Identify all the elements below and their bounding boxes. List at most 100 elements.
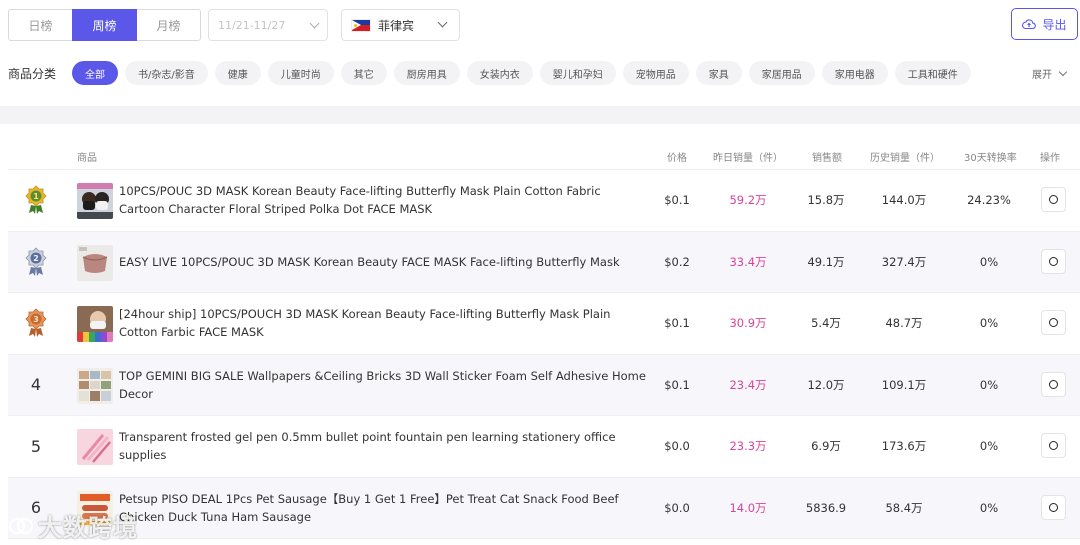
top-toolbar: 日榜 周榜 月榜 11/21-11/27 菲律宾 导出 — [8, 8, 1078, 42]
chevron-down-icon — [309, 18, 320, 29]
product-thumbnail[interactable] — [77, 244, 113, 281]
watermark: 大数跨境 — [8, 508, 138, 543]
yesterday-sales-cell: 23.3万 — [729, 439, 767, 454]
action-button[interactable] — [1041, 310, 1066, 335]
table-row[interactable]: 6 Petsup PISO DEAL 1Pcs Pet Sausage【Buy … — [8, 477, 1080, 539]
revenue-cell: 6.9万 — [811, 439, 841, 454]
expand-toggle[interactable]: 展开 — [1032, 66, 1068, 81]
yesterday-sales-cell: 59.2万 — [729, 193, 767, 208]
revenue-cell: 49.1万 — [807, 254, 845, 269]
conversion-cell: 24.23% — [967, 193, 1011, 208]
philippines-flag-icon — [351, 18, 371, 32]
price-cell: $0.2 — [664, 254, 690, 269]
yesterday-sales-cell: 23.4万 — [729, 377, 767, 392]
category-chip[interactable]: 工具和硬件 — [894, 61, 971, 85]
chevron-down-icon — [1058, 67, 1068, 77]
product-title[interactable]: [24hour ship] 10PCS/POUCH 3D MASK Korean… — [119, 293, 649, 354]
product-title[interactable]: TOP GEMINI BIG SALE Wallpapers &Ceiling … — [119, 355, 649, 416]
history-sales-cell: 58.4万 — [885, 500, 923, 515]
table-row[interactable]: 3 [24hour ship] 10PCS/POUCH 3D MASK Kore… — [8, 293, 1080, 355]
action-button[interactable] — [1041, 248, 1066, 274]
tab-weekly[interactable]: 周榜 — [72, 9, 137, 41]
product-thumbnail[interactable] — [77, 367, 113, 404]
category-chip[interactable]: 家用电器 — [821, 61, 888, 85]
category-chip[interactable]: 家居用品 — [748, 61, 815, 85]
table-row[interactable]: 1 10PCS/POUC 3D MASK Korean Beauty Face-… — [8, 170, 1080, 232]
product-title[interactable]: EASY LIVE 10PCS/POUC 3D MASK Korean Beau… — [119, 232, 649, 293]
export-label: 导出 — [1042, 17, 1067, 32]
category-chip[interactable]: 儿童时尚 — [267, 61, 334, 85]
conversion-cell: 0% — [979, 439, 999, 454]
table-row[interactable]: 5 Transparent frosted gel pen 0.5mm bull… — [8, 416, 1080, 478]
cloud-upload-icon — [1022, 19, 1037, 30]
category-chip[interactable]: 家具 — [695, 61, 742, 85]
category-chip[interactable]: 书/杂志/影音 — [125, 61, 208, 85]
action-button[interactable] — [1041, 187, 1066, 212]
rank-number: 5 — [30, 436, 42, 456]
category-chip[interactable]: 女装内衣 — [466, 61, 533, 85]
table-row[interactable]: 2 EASY LIVE 10PCS/POUC 3D MASK Korean Be… — [8, 231, 1080, 293]
yesterday-sales-cell: 30.9万 — [729, 316, 767, 331]
action-button[interactable] — [1041, 371, 1066, 397]
price-cell: $0.0 — [664, 439, 690, 454]
expand-label: 展开 — [1032, 70, 1052, 81]
product-title[interactable]: Petsup PISO DEAL 1Pcs Pet Sausage【Buy 1 … — [119, 478, 649, 539]
date-range-value: 11/21-11/27 — [218, 18, 286, 32]
circle-icon — [1049, 256, 1058, 266]
history-sales-cell: 48.7万 — [885, 316, 923, 331]
svg-text:2: 2 — [33, 254, 39, 263]
gold-medal-icon: 1 — [25, 185, 47, 215]
product-title[interactable]: Transparent frosted gel pen 0.5mm bullet… — [119, 416, 649, 477]
circle-icon — [1049, 195, 1058, 204]
revenue-cell: 5.4万 — [811, 316, 841, 331]
conversion-cell: 0% — [979, 377, 999, 392]
category-chip[interactable]: 厨房用具 — [393, 61, 460, 85]
circle-icon — [1049, 318, 1058, 327]
category-chips: 全部 书/杂志/影音 健康 儿童时尚 其它 厨房用具 女装内衣 婴儿和孕妇 宠物… — [72, 61, 971, 85]
price-cell: $0.1 — [664, 377, 690, 392]
category-label: 商品分类 — [8, 67, 57, 81]
category-chip-all[interactable]: 全部 — [72, 61, 118, 85]
product-thumbnail[interactable] — [77, 183, 113, 219]
category-chip[interactable]: 健康 — [214, 61, 261, 85]
silver-medal-icon: 2 — [25, 247, 47, 276]
tab-monthly[interactable]: 月榜 — [136, 9, 201, 41]
product-title[interactable]: 10PCS/POUC 3D MASK Korean Beauty Face-li… — [119, 170, 649, 231]
tab-daily[interactable]: 日榜 — [8, 9, 73, 41]
country-select[interactable]: 菲律宾 — [341, 9, 460, 41]
category-chip[interactable]: 婴儿和孕妇 — [539, 61, 616, 85]
svg-text:1: 1 — [33, 192, 39, 201]
product-thumbnail[interactable] — [77, 429, 113, 465]
category-chip[interactable]: 其它 — [340, 61, 387, 85]
rank-cell: 2 — [24, 232, 48, 293]
header-action: 操作 — [1040, 153, 1060, 164]
table-header: 商品 价格 昨日销量（件） 销售额 历史销量（件） 30天转换率 操作 — [8, 140, 1080, 170]
action-button[interactable] — [1041, 433, 1066, 458]
product-image — [77, 306, 113, 342]
bronze-medal-icon: 3 — [25, 308, 47, 338]
circle-icon — [1049, 441, 1058, 450]
history-sales-cell: 173.6万 — [881, 439, 927, 454]
product-thumbnail[interactable] — [77, 306, 113, 342]
action-button[interactable] — [1041, 494, 1066, 520]
header-conversion: 30天转换率 — [964, 153, 1017, 164]
chevron-down-icon — [437, 17, 448, 28]
history-sales-cell: 109.1万 — [881, 377, 927, 392]
conversion-cell: 0% — [979, 254, 999, 269]
header-price: 价格 — [667, 153, 687, 164]
circle-icon — [1049, 502, 1058, 512]
table-row[interactable]: 4 TOP GEMINI BIG SALE Wallpapers &Ceilin… — [8, 354, 1080, 416]
revenue-cell: 5836.9 — [805, 500, 847, 515]
product-image — [77, 367, 113, 404]
product-image — [77, 244, 113, 281]
circle-icon — [1049, 379, 1058, 389]
product-image — [77, 183, 113, 219]
header-revenue: 销售额 — [812, 153, 842, 164]
export-button[interactable]: 导出 — [1011, 8, 1078, 40]
category-chip[interactable]: 宠物用品 — [622, 61, 689, 85]
product-image — [77, 429, 113, 465]
date-range-select[interactable]: 11/21-11/27 — [208, 9, 328, 41]
header-yesterday-sales: 昨日销量（件） — [713, 153, 783, 164]
rank-cell: 1 — [24, 170, 48, 231]
revenue-cell: 15.8万 — [807, 193, 845, 208]
